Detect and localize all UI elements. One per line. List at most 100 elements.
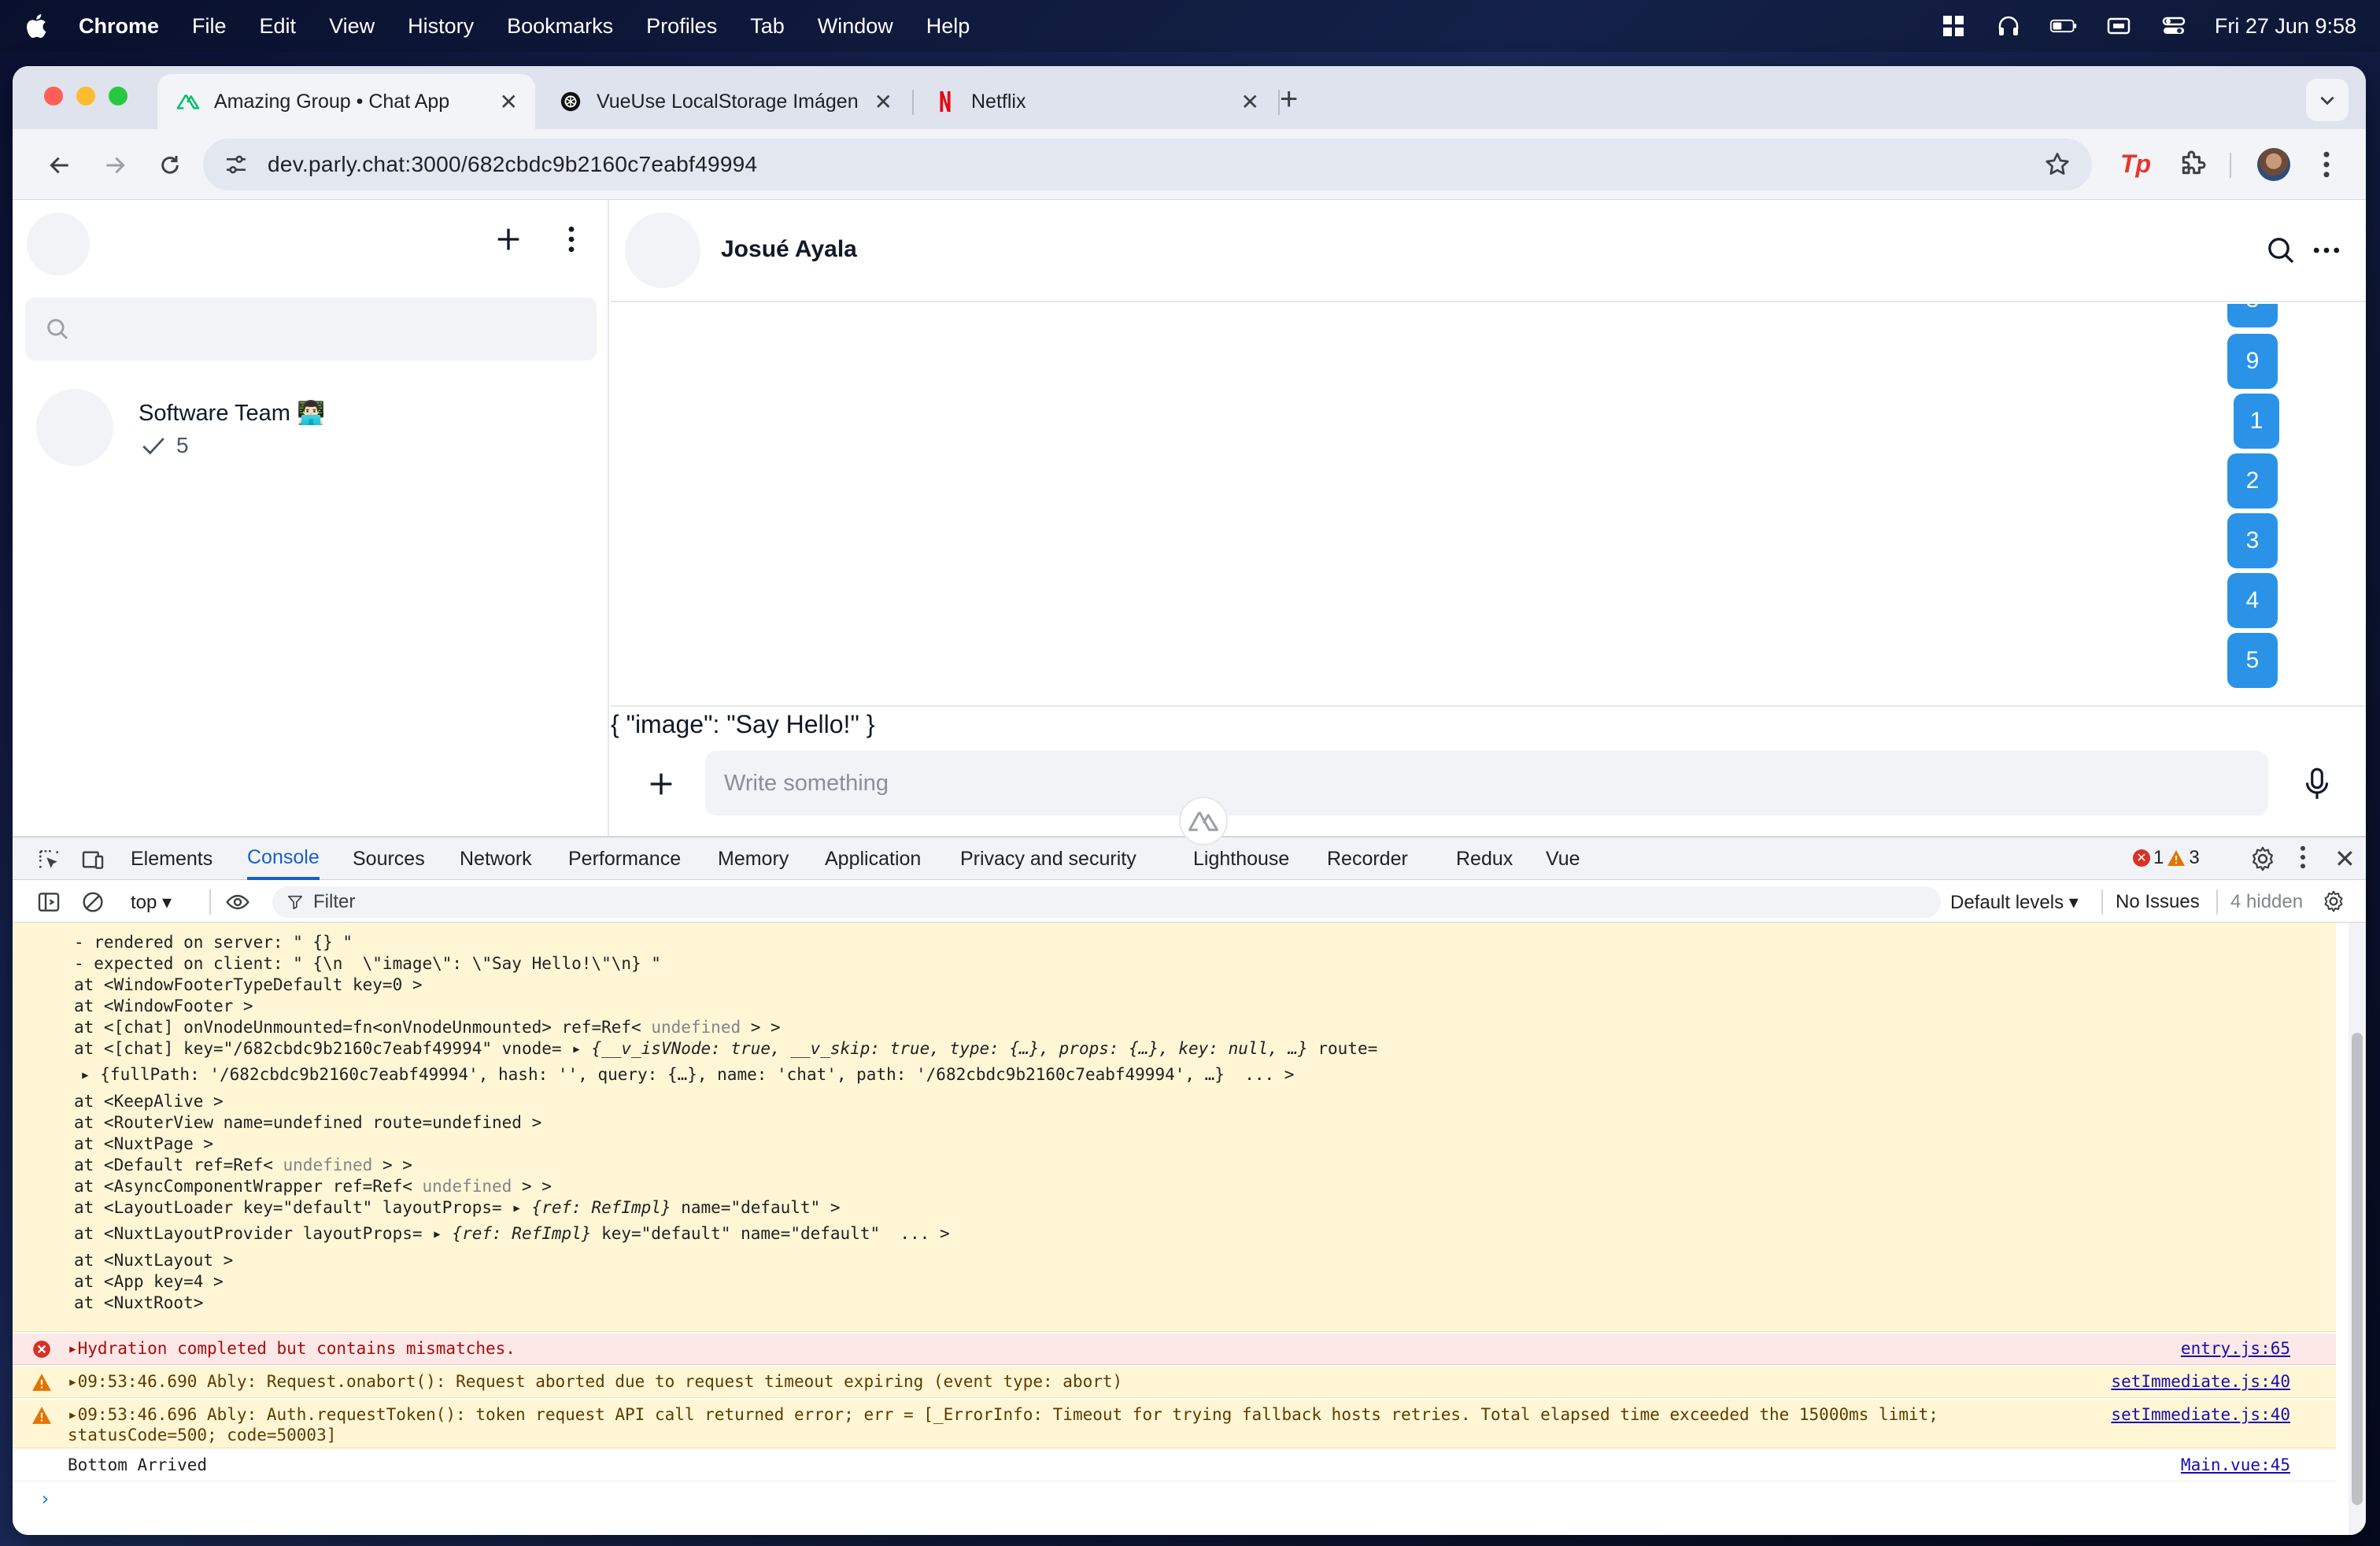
- message-bubble[interactable]: 8: [2227, 304, 2278, 327]
- address-bar[interactable]: dev.parly.chat:3000/682cbdc9b2160c7eabf4…: [203, 139, 2092, 190]
- ref-object[interactable]: ▸ {ref: RefImpl}: [512, 1198, 671, 1217]
- chrome-menu-button[interactable]: [2311, 146, 2342, 183]
- close-tab-icon[interactable]: ✕: [874, 89, 893, 115]
- devtools-tab-console[interactable]: Console: [247, 838, 320, 880]
- source-link[interactable]: Main.vue:45: [2181, 1455, 2290, 1474]
- devtools-tab-vue[interactable]: Vue: [1546, 838, 1580, 880]
- menu-help[interactable]: Help: [926, 14, 970, 39]
- warning-message[interactable]: ▸09:53:46.690 Ably: Request.onabort(): R…: [68, 1372, 1122, 1391]
- settings-gear-icon[interactable]: [2249, 845, 2276, 872]
- message-bubble[interactable]: 3: [2227, 513, 2278, 568]
- devtools-tab-application[interactable]: Application: [825, 838, 921, 880]
- sidebar-search[interactable]: [25, 298, 597, 361]
- new-tab-button[interactable]: +: [1280, 83, 1298, 115]
- sidebar-toggle-icon[interactable]: [36, 890, 61, 915]
- sidebar-more-button[interactable]: [556, 224, 587, 255]
- menu-history[interactable]: History: [408, 14, 474, 39]
- device-toolbar-icon[interactable]: [80, 847, 105, 872]
- menu-file[interactable]: File: [192, 14, 227, 39]
- console-settings-gear-icon[interactable]: [2322, 890, 2345, 913]
- log-levels-dropdown[interactable]: Default levels ▾: [1950, 891, 2079, 914]
- menu-app-name[interactable]: Chrome: [79, 14, 159, 39]
- devtools-menu-button[interactable]: [2295, 845, 2311, 872]
- url-text[interactable]: dev.parly.chat:3000/682cbdc9b2160c7eabf4…: [268, 152, 757, 177]
- devtools-tab-sources[interactable]: Sources: [353, 838, 425, 880]
- console-error-row[interactable]: ▸Hydration completed but contains mismat…: [13, 1333, 2336, 1365]
- route-object[interactable]: ▸ {fullPath: '/682cbdc9b2160c7eabf49994'…: [80, 1064, 1294, 1085]
- nuxt-devtools-button[interactable]: [1179, 797, 1228, 845]
- display-icon[interactable]: [2105, 13, 2133, 39]
- close-window-button[interactable]: [44, 87, 63, 105]
- issue-counter[interactable]: ✕ 1 3: [2133, 847, 2200, 869]
- tab-chat-app[interactable]: Amazing Group • Chat App ✕: [157, 74, 535, 129]
- extensions-puzzle-icon[interactable]: [2177, 148, 2208, 179]
- filter-input[interactable]: [313, 891, 1809, 913]
- devtools-tab-redux[interactable]: Redux: [1456, 838, 1513, 880]
- scrollbar-thumb[interactable]: [2352, 1033, 2363, 1505]
- battery-icon[interactable]: [2049, 13, 2078, 39]
- menu-tab[interactable]: Tab: [750, 14, 785, 39]
- message-bubble[interactable]: 2: [2227, 453, 2278, 509]
- chat-list-item[interactable]: Software Team 👨🏻‍💻 5: [36, 389, 587, 468]
- tab-search-button[interactable]: [2306, 79, 2349, 121]
- console-filter[interactable]: [272, 886, 1941, 918]
- close-tab-icon[interactable]: ✕: [500, 89, 518, 115]
- message-bubble[interactable]: 5: [2227, 633, 2278, 688]
- window-grid-icon[interactable]: [1939, 13, 1968, 39]
- devtools-tab-elements[interactable]: Elements: [131, 838, 213, 880]
- console-output[interactable]: - rendered on server: " {} " - expected …: [13, 923, 2349, 1535]
- issues-button[interactable]: No Issues: [2116, 891, 2200, 913]
- control-center-icon[interactable]: [2160, 13, 2188, 39]
- vnode-object[interactable]: ▸ {__v_isVNode: true, __v_skip: true, ty…: [571, 1039, 1308, 1058]
- user-avatar[interactable]: [27, 213, 90, 276]
- ref-object[interactable]: ▸ {ref: RefImpl}: [432, 1224, 591, 1243]
- devtools-tab-performance[interactable]: Performance: [568, 838, 681, 880]
- message-list[interactable]: 8 9 1 2 3 4 5: [611, 304, 2366, 707]
- headphones-icon[interactable]: [1994, 13, 2023, 39]
- microphone-icon[interactable]: [2303, 767, 2334, 801]
- menu-profiles[interactable]: Profiles: [646, 14, 717, 39]
- message-input[interactable]: [705, 751, 2268, 816]
- chat-search-button[interactable]: [2265, 235, 2297, 266]
- context-selector[interactable]: top ▾: [131, 891, 172, 914]
- close-devtools-icon[interactable]: ✕: [2334, 844, 2356, 874]
- tp-extension-button[interactable]: Tp: [2120, 146, 2155, 181]
- attach-button[interactable]: [645, 768, 677, 800]
- reload-button[interactable]: [153, 148, 187, 183]
- warning-message[interactable]: ▸09:53:46.696 Ably: Auth.requestToken():…: [68, 1405, 1938, 1424]
- console-prompt[interactable]: ›: [13, 1483, 2336, 1515]
- tab-vueuse[interactable]: VueUse LocalStorage Imágen ✕: [540, 74, 910, 129]
- menubar-clock[interactable]: Fri 27 Jun 9:58: [2215, 14, 2356, 39]
- message-bubble[interactable]: 1: [2234, 394, 2279, 449]
- minimize-window-button[interactable]: [76, 87, 95, 105]
- profile-avatar[interactable]: [2257, 148, 2290, 181]
- source-link[interactable]: entry.js:65: [2181, 1339, 2290, 1358]
- forward-button[interactable]: [98, 148, 132, 183]
- new-chat-button[interactable]: [493, 224, 524, 255]
- hydration-warning-message[interactable]: - rendered on server: " {} " - expected …: [13, 923, 2336, 1332]
- fullscreen-window-button[interactable]: [109, 87, 128, 105]
- site-info-icon[interactable]: [222, 150, 250, 179]
- devtools-tab-memory[interactable]: Memory: [718, 838, 789, 880]
- message-bubble[interactable]: 9: [2227, 334, 2278, 389]
- console-scrollbar[interactable]: [2349, 923, 2366, 1535]
- menu-view[interactable]: View: [329, 14, 375, 39]
- bookmark-star-icon[interactable]: [2043, 150, 2071, 179]
- devtools-tab-recorder[interactable]: Recorder: [1327, 838, 1408, 880]
- console-warning-row[interactable]: ▸09:53:46.696 Ably: Auth.requestToken():…: [13, 1400, 2336, 1448]
- menu-edit[interactable]: Edit: [260, 14, 297, 39]
- menu-window[interactable]: Window: [818, 14, 893, 39]
- chat-more-button[interactable]: [2311, 235, 2342, 266]
- message-bubble[interactable]: 4: [2227, 573, 2278, 628]
- menu-bookmarks[interactable]: Bookmarks: [507, 14, 613, 39]
- clear-console-icon[interactable]: [80, 890, 105, 915]
- console-log-row[interactable]: Bottom Arrived Main.vue:45: [13, 1450, 2336, 1481]
- back-button[interactable]: [42, 148, 77, 183]
- hidden-count[interactable]: 4 hidden: [2230, 891, 2303, 913]
- source-link[interactable]: setImmediate.js:40: [2111, 1372, 2290, 1391]
- source-link[interactable]: setImmediate.js:40: [2111, 1405, 2290, 1424]
- live-expression-eye-icon[interactable]: [225, 890, 250, 915]
- close-tab-icon[interactable]: ✕: [1241, 89, 1259, 115]
- tab-netflix[interactable]: Netflix ✕: [915, 74, 1277, 129]
- devtools-tab-network[interactable]: Network: [460, 838, 532, 880]
